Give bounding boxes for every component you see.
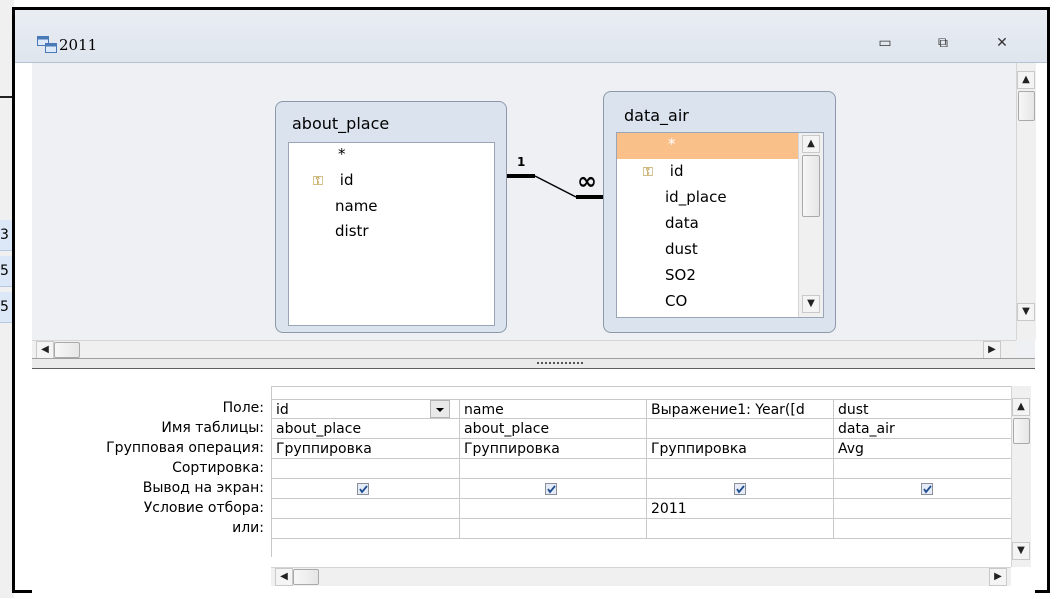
grid-cell-total[interactable]: Avg <box>834 439 1012 459</box>
scroll-left-icon[interactable]: ◀ <box>275 568 293 586</box>
restore-icon: ⧉ <box>938 35 948 51</box>
scroll-thumb[interactable] <box>802 155 820 217</box>
grid-cell-or[interactable] <box>834 519 1012 539</box>
field-item[interactable]: * <box>668 133 676 159</box>
field-item[interactable]: dust <box>665 236 698 262</box>
close-icon: ✕ <box>996 35 1008 51</box>
grid-cell-total[interactable]: Группировка <box>647 439 834 459</box>
diagram-horizontal-scrollbar[interactable]: ◀ ▶ <box>32 340 1016 359</box>
field-item[interactable]: id_place <box>665 184 727 210</box>
row-label-criteria: Условие отбора: <box>143 500 264 516</box>
scroll-up-icon[interactable]: ▲ <box>802 135 820 153</box>
scroll-up-icon[interactable]: ▲ <box>1012 398 1030 416</box>
grid-cell-field[interactable]: dust <box>834 399 1012 419</box>
field-item[interactable]: ⚿ id <box>313 167 353 193</box>
grid-cell-sort[interactable] <box>460 459 647 479</box>
grid-cell-criteria[interactable] <box>460 499 647 519</box>
grid-cell-criteria[interactable] <box>272 499 460 519</box>
grid-cell-criteria[interactable]: 2011 <box>647 499 834 519</box>
minimize-button[interactable]: ▭ <box>872 32 898 54</box>
field-list-scrollbar[interactable]: ▲ ▼ <box>798 133 823 317</box>
show-checkbox[interactable] <box>357 483 369 495</box>
field-item[interactable]: data <box>665 210 699 236</box>
grid-cell-show[interactable] <box>460 479 647 499</box>
field-item[interactable]: name <box>335 193 378 219</box>
scroll-down-icon[interactable]: ▼ <box>1017 303 1035 321</box>
chevron-down-icon <box>436 408 444 412</box>
table-about-place[interactable]: about_place * ⚿ id name distr <box>275 101 507 333</box>
show-checkbox[interactable] <box>921 483 933 495</box>
relationship-many-label: ∞ <box>577 167 597 195</box>
grid-cell-sort[interactable] <box>647 459 834 479</box>
grid-cell-table[interactable]: about_place <box>460 419 647 439</box>
window-title: 2011 <box>59 36 98 54</box>
grid-cell-field[interactable]: name <box>460 399 647 419</box>
row-label-total: Групповая операция: <box>106 440 264 456</box>
title-bar[interactable]: 2011 ▭ ⧉ ✕ <box>15 10 1047 63</box>
close-button[interactable]: ✕ <box>989 32 1015 54</box>
selected-field-highlight <box>617 133 798 159</box>
field-list[interactable]: * ⚿ id id_place data dust SO2 CO ▲ ▼ <box>616 132 824 318</box>
row-label-sort: Сортировка: <box>172 460 264 476</box>
table-data-air[interactable]: data_air * ⚿ id id_place data dust SO2 C… <box>603 91 836 333</box>
dropdown-button[interactable] <box>430 400 450 418</box>
scroll-down-icon[interactable]: ▼ <box>802 295 820 313</box>
grid-cell-table[interactable] <box>647 419 834 439</box>
table-title: about_place <box>292 114 390 133</box>
design-grid-pane: Поле: Имя таблицы: Групповая операция: С… <box>32 369 1035 599</box>
restore-button[interactable]: ⧉ <box>930 32 956 54</box>
diagram-vertical-scrollbar[interactable]: ▲ ▼ <box>1016 63 1036 340</box>
grid-cell-show[interactable] <box>834 479 1012 499</box>
grid-vertical-scrollbar[interactable]: ▲ ▼ <box>1011 386 1031 567</box>
field-item[interactable]: CO <box>665 288 687 314</box>
grid-cell-total[interactable]: Группировка <box>272 439 460 459</box>
scroll-up-icon[interactable]: ▲ <box>1017 71 1035 89</box>
design-grid[interactable]: id about_place Группировка name about_pl… <box>271 386 1012 557</box>
primary-key-icon: ⚿ <box>313 174 323 189</box>
scroll-thumb[interactable] <box>293 569 319 585</box>
table-title: data_air <box>624 106 689 125</box>
scroll-thumb[interactable] <box>1018 91 1035 121</box>
grid-cell-criteria[interactable] <box>834 499 1012 519</box>
grid-cell-table[interactable]: about_place <box>272 419 460 439</box>
row-label-field: Поле: <box>222 400 264 416</box>
grid-cell-or[interactable] <box>272 519 460 539</box>
grid-horizontal-scrollbar[interactable]: ◀ ▶ <box>271 567 1011 586</box>
show-checkbox[interactable] <box>734 483 746 495</box>
field-item[interactable]: * <box>338 143 346 169</box>
scroll-thumb[interactable] <box>54 342 80 358</box>
row-label-table: Имя таблицы: <box>161 420 264 436</box>
relationship-line[interactable] <box>507 163 617 213</box>
field-item[interactable]: SO2 <box>665 262 696 288</box>
grid-cell-show[interactable] <box>272 479 460 499</box>
grid-cell-field[interactable]: Выражение1: Year([d <box>647 399 834 419</box>
grid-cell-table[interactable]: data_air <box>834 419 1012 439</box>
grid-cell-sort[interactable] <box>834 459 1012 479</box>
scroll-down-icon[interactable]: ▼ <box>1012 542 1030 560</box>
grid-cell-total[interactable]: Группировка <box>460 439 647 459</box>
show-checkbox[interactable] <box>545 483 557 495</box>
field-label: id <box>669 162 684 180</box>
scroll-right-icon[interactable]: ▶ <box>983 341 1001 359</box>
grid-cell-sort[interactable] <box>272 459 460 479</box>
relationship-one-label: 1 <box>517 155 526 169</box>
scroll-thumb[interactable] <box>1013 418 1030 444</box>
grid-cell-show[interactable] <box>647 479 834 499</box>
field-item[interactable]: ⚿ id <box>643 158 683 184</box>
primary-key-icon: ⚿ <box>643 165 653 180</box>
query-icon <box>37 36 57 53</box>
field-list[interactable]: * ⚿ id name distr <box>288 142 495 326</box>
row-label-or: или: <box>232 520 264 536</box>
grid-cell-or[interactable] <box>460 519 647 539</box>
field-label: id <box>339 171 354 189</box>
row-label-show: Вывод на экран: <box>142 480 264 496</box>
table-diagram-pane[interactable]: about_place * ⚿ id name distr 1 ∞ data_a… <box>32 63 1036 359</box>
query-design-window: 2011 ▭ ⧉ ✕ about_place * ⚿ id name distr <box>12 7 1050 599</box>
scroll-right-icon[interactable]: ▶ <box>989 568 1007 586</box>
field-item[interactable]: distr <box>335 218 369 244</box>
splitter-grip-icon[interactable] <box>537 362 585 364</box>
minimize-icon: ▭ <box>878 35 892 51</box>
scroll-left-icon[interactable]: ◀ <box>36 341 54 359</box>
grid-cell-or[interactable] <box>647 519 834 539</box>
